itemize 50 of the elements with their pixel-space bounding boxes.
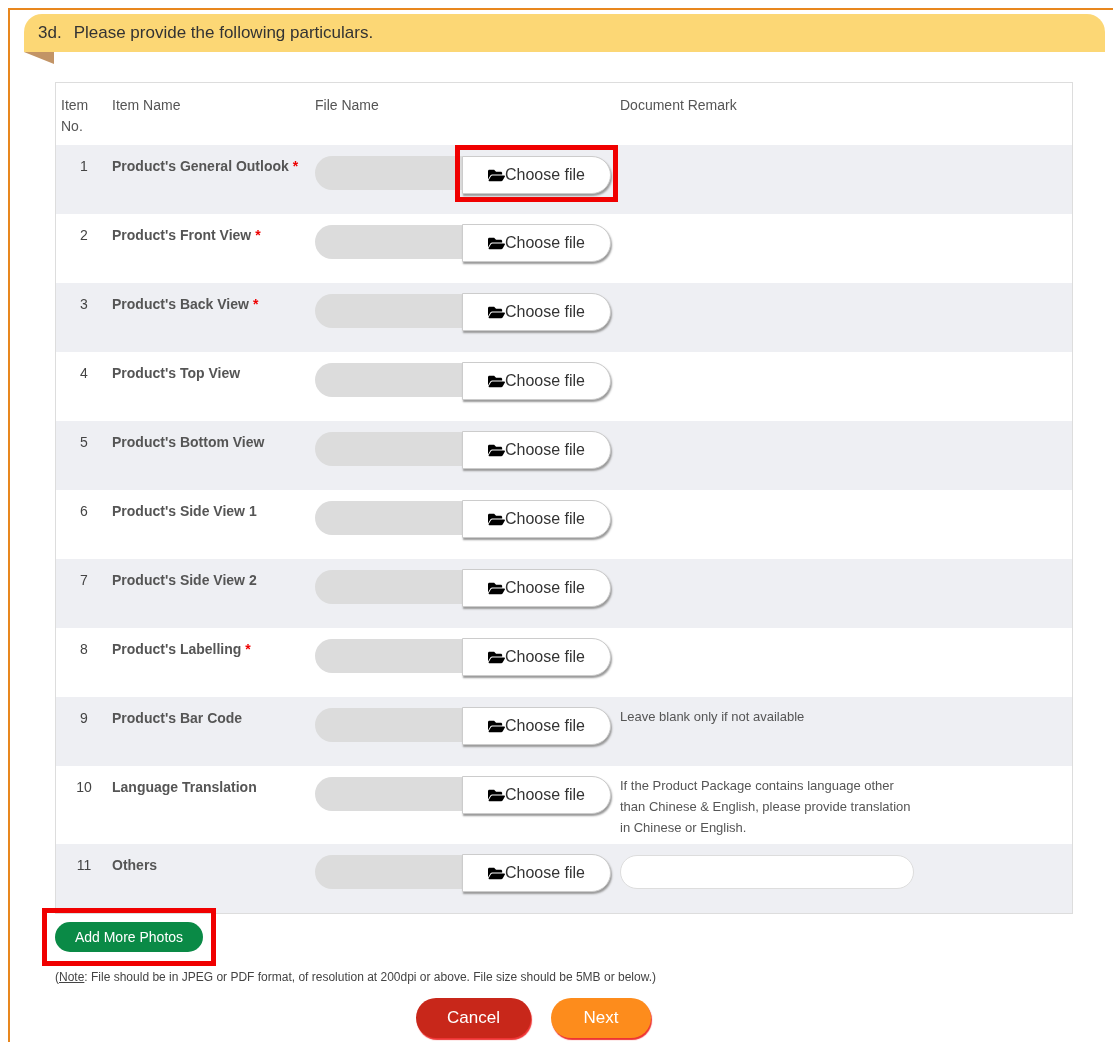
choose-file-button[interactable]: Choose file [462, 431, 611, 469]
item-name: Others [112, 856, 159, 875]
item-number: 2 [79, 226, 89, 245]
add-more-photos-button[interactable]: Add More Photos [55, 922, 203, 952]
item-name: Product's Bar Code [112, 709, 244, 728]
item-number: 10 [75, 778, 93, 797]
choose-file-button[interactable]: Choose file [462, 224, 611, 262]
column-header: Item No. [60, 96, 90, 136]
required-mark: * [255, 227, 261, 243]
item-number: 9 [79, 709, 89, 728]
item-number: 6 [79, 502, 89, 521]
document-remark: If the Product Package contains language other than Chinese & English, please provide translation in Chinese or English. [620, 777, 912, 837]
required-mark: * [245, 641, 251, 657]
item-name: Product's General Outlook * [112, 157, 300, 176]
item-number: 11 [75, 856, 93, 875]
document-remark: Leave blank only if not available [620, 708, 806, 726]
cancel-button[interactable]: Cancel [416, 998, 531, 1038]
item-number: 8 [79, 640, 89, 659]
choose-file-button[interactable]: Choose file [462, 569, 611, 607]
remark-field[interactable] [620, 855, 914, 889]
item-name: Language Translation [112, 778, 258, 797]
choose-file-button[interactable]: Choose file [462, 293, 611, 331]
item-number: 3 [79, 295, 89, 314]
item-name: Product's Labelling * [112, 640, 252, 659]
item-number: 4 [79, 364, 89, 383]
section-title: Please provide the following particulars. [73, 22, 374, 45]
column-header: Document Remark [620, 96, 737, 115]
item-name: Product's Bottom View [112, 433, 266, 452]
required-mark: * [252, 296, 259, 312]
item-number: 5 [79, 433, 89, 452]
choose-file-button[interactable]: Choose file [462, 707, 611, 745]
column-header: Item Name [112, 96, 182, 115]
choose-file-button[interactable]: Choose file [462, 362, 611, 400]
item-number: 1 [79, 157, 89, 176]
item-name: Product's Top View [112, 364, 242, 383]
item-name: Product's Back View * [112, 295, 260, 314]
banner-fold-icon [24, 52, 54, 64]
required-mark: * [292, 158, 299, 174]
choose-file-button[interactable]: Choose file [462, 156, 611, 194]
item-number: 7 [79, 571, 89, 590]
column-header: File Name [315, 96, 380, 115]
section-number: 3d. [38, 22, 62, 45]
choose-file-button[interactable]: Choose file [462, 854, 611, 892]
item-name: Product's Side View 1 [112, 502, 258, 521]
item-name: Product's Front View * [112, 226, 262, 245]
choose-file-button[interactable]: Choose file [462, 638, 611, 676]
note-text: (Note: File should be in JPEG or PDF format, of resolution at 200dpi or above. File size should be 5MB or below.) [55, 969, 657, 986]
choose-file-button[interactable]: Choose file [462, 500, 611, 538]
item-name: Product's Side View 2 [112, 571, 258, 590]
choose-file-button[interactable]: Choose file [462, 776, 611, 814]
